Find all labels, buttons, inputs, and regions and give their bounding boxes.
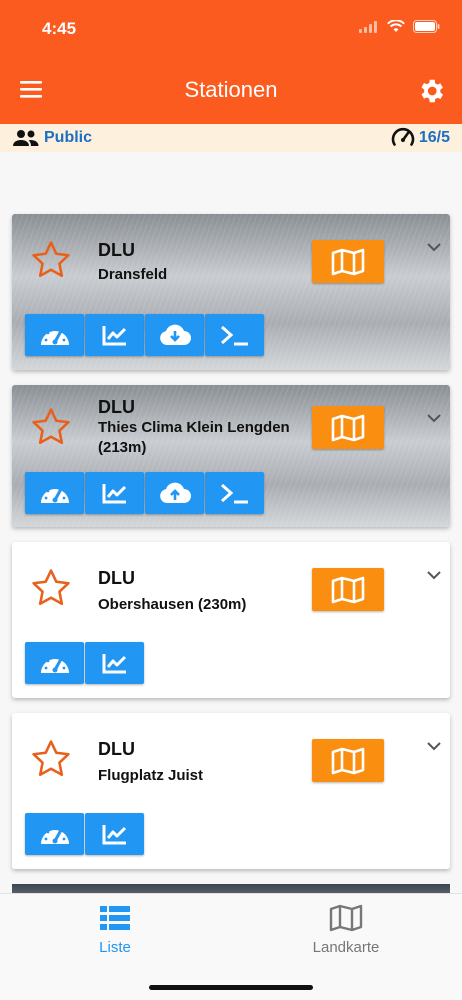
gauge-button[interactable]: [25, 472, 84, 514]
map-button[interactable]: [312, 406, 384, 449]
station-card[interactable]: DLU Obershausen (230m): [12, 542, 450, 698]
favorite-star-icon[interactable]: [29, 737, 73, 781]
station-title: DLU: [98, 568, 135, 588]
mode-label: Public: [44, 129, 93, 146]
gauge-icon: [40, 486, 69, 503]
chart-button[interactable]: [85, 472, 144, 514]
gauge-icon: [40, 827, 69, 844]
station-name: Dransfeld: [98, 266, 168, 283]
battery-icon: [413, 20, 440, 38]
gear-icon: [421, 79, 443, 103]
counter-value: 16/5: [418, 129, 450, 146]
gauge-button[interactable]: [25, 813, 84, 855]
station-title: DLU: [98, 739, 135, 759]
map-icon: [331, 414, 365, 441]
people-icon: [13, 130, 39, 146]
terminal-button[interactable]: [205, 472, 264, 514]
upload-button[interactable]: [145, 472, 204, 514]
station-counter: 16/5: [391, 127, 450, 149]
map-icon: [331, 576, 365, 603]
station-name: Thies Clima Klein Lengden (213m): [98, 419, 290, 456]
action-buttons: [25, 813, 144, 855]
line-chart-icon: [102, 654, 126, 674]
tab-liste[interactable]: Liste: [55, 904, 175, 956]
gauge-icon: [40, 328, 69, 345]
gauge-button[interactable]: [25, 642, 84, 684]
station-card[interactable]: DLU Flugplatz Juist: [12, 713, 450, 869]
terminal-icon: [220, 325, 248, 346]
download-button[interactable]: [145, 314, 204, 356]
station-name: Flugplatz Juist: [98, 767, 203, 784]
cloud-upload-icon: [159, 482, 191, 503]
gauge-icon: [40, 656, 69, 673]
home-indicator: [149, 985, 313, 990]
tab-landkarte[interactable]: Landkarte: [286, 904, 406, 956]
chevron-down-icon[interactable]: [426, 240, 444, 254]
public-mode[interactable]: Public: [12, 129, 92, 147]
map-button[interactable]: [312, 240, 384, 283]
app-bar: Stationen: [0, 60, 462, 124]
map-icon: [331, 248, 365, 275]
speedometer-icon: [391, 128, 415, 146]
station-title: DLU: [98, 397, 135, 417]
status-time: 4:45: [42, 19, 77, 38]
action-buttons: [25, 472, 264, 514]
favorite-star-icon[interactable]: [29, 405, 73, 449]
tab-label: Liste: [99, 939, 131, 956]
list-icon: [100, 906, 130, 930]
gauge-button[interactable]: [25, 314, 84, 356]
status-icons: [359, 19, 440, 38]
signal-icon: [359, 20, 379, 38]
map-button[interactable]: [312, 739, 384, 782]
chevron-down-icon[interactable]: [426, 568, 444, 582]
station-card[interactable]: DLU Dransfeld: [12, 214, 450, 370]
action-buttons: [25, 314, 264, 356]
cloud-download-icon: [159, 324, 191, 345]
chevron-down-icon[interactable]: [426, 739, 444, 753]
chart-button[interactable]: [85, 314, 144, 356]
chart-button[interactable]: [85, 813, 144, 855]
favorite-star-icon[interactable]: [29, 238, 73, 282]
map-icon: [329, 904, 363, 932]
line-chart-icon: [102, 484, 126, 504]
tab-bar: Liste Landkarte: [0, 893, 462, 1000]
chart-button[interactable]: [85, 642, 144, 684]
map-button[interactable]: [312, 568, 384, 611]
settings-button[interactable]: [416, 76, 446, 106]
map-icon: [331, 747, 365, 774]
chevron-down-icon[interactable]: [426, 411, 444, 425]
status-bar: 4:45: [0, 0, 462, 60]
wifi-icon: [387, 19, 405, 38]
line-chart-icon: [102, 326, 126, 346]
line-chart-icon: [102, 825, 126, 845]
station-card[interactable]: DLU Thies Clima Klein Lengden (213m): [12, 385, 450, 527]
action-buttons: [25, 642, 144, 684]
info-bar: Public 16/5: [0, 124, 462, 152]
page-title: Stationen: [184, 77, 278, 102]
station-name: Obershausen (230m): [98, 596, 247, 613]
tab-label: Landkarte: [312, 939, 380, 956]
favorite-star-icon[interactable]: [29, 566, 73, 610]
terminal-button[interactable]: [205, 314, 264, 356]
station-title: DLU: [98, 240, 135, 260]
terminal-icon: [220, 483, 248, 504]
